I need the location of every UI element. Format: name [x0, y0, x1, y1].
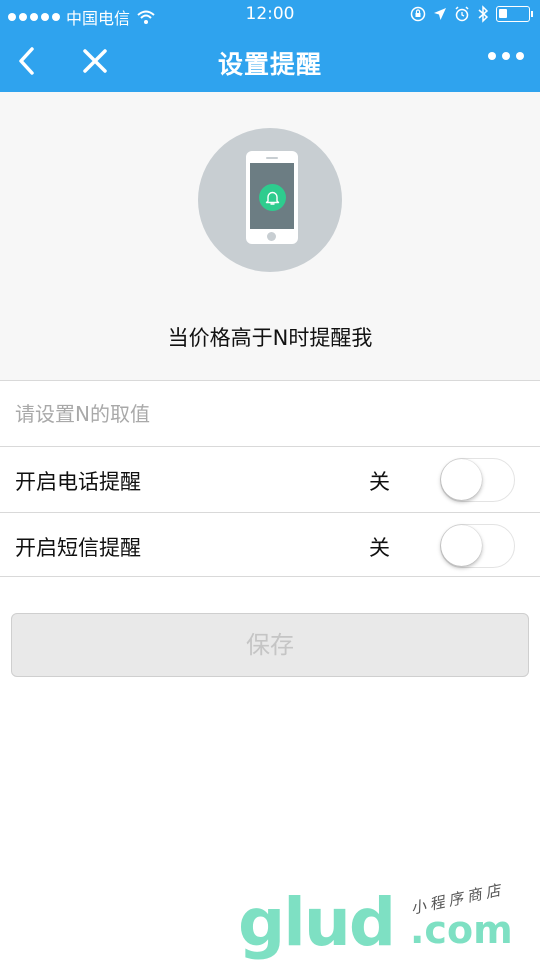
phone-reminder-row: 开启电话提醒 关 [0, 447, 540, 512]
alarm-icon [455, 6, 469, 22]
hero-illustration [198, 128, 342, 272]
hero-section: 当价格高于N时提醒我 [0, 92, 540, 380]
page-title: 设置提醒 [217, 50, 322, 79]
phone-reminder-label: 开启电话提醒 [15, 470, 141, 494]
rotation-lock-icon [410, 6, 426, 22]
bluetooth-icon [478, 5, 489, 23]
n-value-input[interactable] [0, 381, 540, 446]
bell-icon [259, 184, 286, 211]
hero-description: 当价格高于N时提醒我 [167, 326, 373, 350]
n-value-row [0, 381, 540, 446]
status-bar: 中国电信 12:00 [0, 0, 540, 30]
save-button[interactable]: 保存 [11, 613, 529, 677]
watermark-suffix: .com [410, 908, 513, 952]
divider [0, 576, 540, 577]
toggle-knob [441, 525, 482, 566]
status-right [410, 5, 533, 23]
watermark-logo: glud [238, 884, 396, 961]
location-arrow-icon [434, 8, 446, 20]
nav-bar: 设置提醒 [0, 30, 540, 92]
phone-reminder-toggle[interactable] [440, 458, 515, 502]
sms-reminder-row: 开启短信提醒 关 [0, 513, 540, 578]
phone-bell-icon [246, 151, 298, 244]
more-button[interactable] [488, 52, 524, 60]
more-dots-icon [488, 52, 496, 60]
watermark: glud 小程序商店 .com [238, 880, 528, 961]
sms-reminder-label: 开启短信提醒 [15, 536, 141, 560]
sms-reminder-toggle[interactable] [440, 524, 515, 568]
phone-reminder-state: 关 [369, 470, 390, 494]
battery-icon [496, 6, 533, 22]
sms-reminder-state: 关 [369, 536, 390, 560]
toggle-knob [441, 459, 482, 500]
